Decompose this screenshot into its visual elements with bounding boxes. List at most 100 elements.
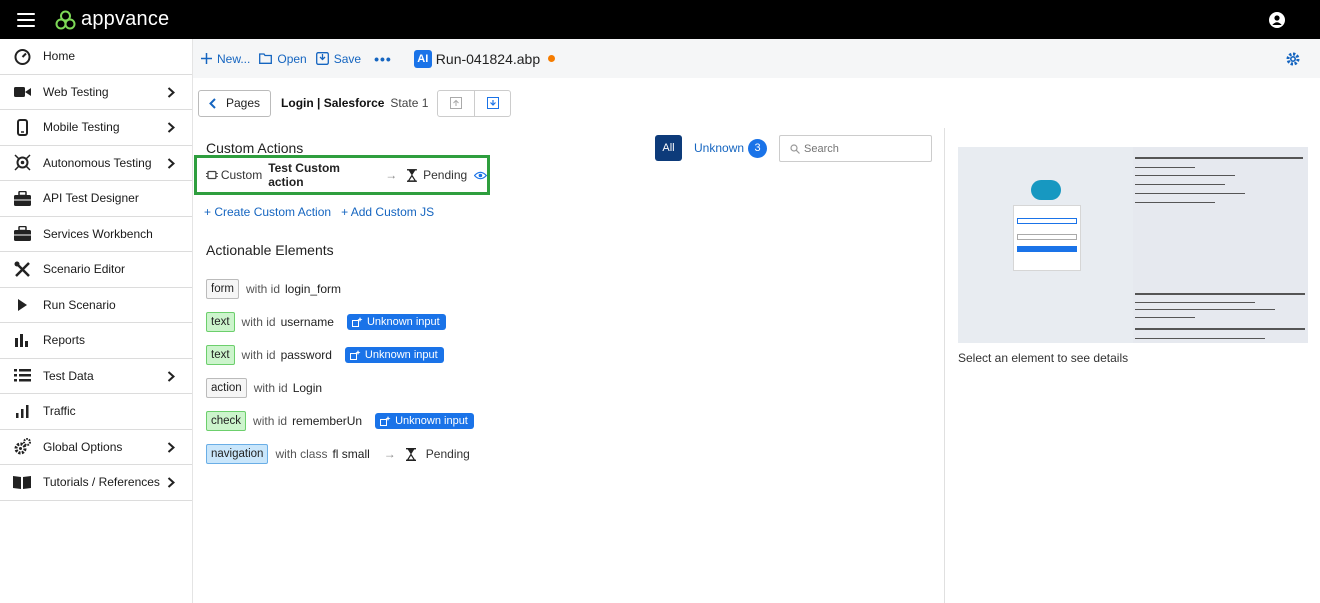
sidebar-item-autonomous-testing[interactable]: Autonomous Testing [0, 146, 192, 181]
sidebar-item-global-options[interactable]: Global Options [0, 430, 192, 465]
sidebar-item-test-data[interactable]: Test Data [0, 359, 192, 394]
open-button-label: Open [277, 51, 307, 66]
custom-action-kind: Custom [220, 168, 263, 182]
chevron-right-icon [167, 370, 175, 382]
sidebar-item-label: Reports [43, 333, 86, 348]
element-row-password[interactable]: text with id password Unknown input [206, 345, 444, 365]
sidebar-item-services-workbench[interactable]: Services Workbench [0, 217, 192, 252]
sidebar-item-mobile-testing[interactable]: Mobile Testing [0, 110, 192, 146]
top-bar: appvance [0, 0, 1320, 39]
sidebar-item-label: Global Options [43, 439, 123, 454]
new-button[interactable]: New... [201, 52, 250, 66]
element-identifier: password [280, 348, 332, 362]
briefcase-icon [13, 225, 31, 243]
element-row-username[interactable]: text with id username Unknown input [206, 312, 446, 332]
element-selector-type: with class [275, 447, 328, 461]
sidebar-item-traffic[interactable]: Traffic [0, 394, 192, 430]
more-options-button[interactable]: ••• [374, 51, 392, 67]
hamburger-menu-icon[interactable] [17, 12, 35, 27]
arrow-right-icon: → [385, 168, 398, 182]
filter-all-button[interactable]: All [655, 135, 682, 161]
unknown-input-label: Unknown input [395, 415, 468, 427]
sidebar-item-scenario-editor[interactable]: Scenario Editor [0, 252, 192, 288]
sidebar-item-run-scenario[interactable]: Run Scenario [0, 288, 192, 323]
search-input[interactable] [804, 142, 924, 155]
sidebar-item-api-test-designer[interactable]: API Test Designer [0, 181, 192, 217]
element-identifier: login_form [285, 282, 342, 296]
add-custom-js-link[interactable]: + Add Custom JS [341, 205, 434, 219]
save-button-label: Save [333, 51, 362, 66]
brand-logo[interactable]: appvance [55, 8, 169, 31]
plus-icon [201, 53, 212, 64]
ai-brain-icon [13, 154, 31, 172]
eye-icon[interactable] [474, 171, 487, 180]
element-status: Pending [425, 447, 470, 461]
pages-button[interactable]: Pages [198, 89, 272, 117]
open-button[interactable]: Open [259, 51, 307, 66]
sidebar-item-tutorials-references[interactable]: Tutorials / References [0, 465, 192, 501]
element-row-remember[interactable]: check with id rememberUn Unknown input [206, 411, 474, 431]
sidebar-item-label: Autonomous Testing [43, 155, 152, 170]
save-icon [315, 52, 329, 65]
upload-button[interactable] [438, 91, 474, 116]
page-screenshot-preview[interactable] [958, 147, 1308, 343]
user-account-icon[interactable] [1269, 12, 1285, 28]
chevron-right-icon [167, 157, 175, 169]
element-tag: action [206, 378, 247, 398]
sidebar: Home Web Testing Mobile Testing Autonomo… [0, 39, 193, 603]
pages-button-label: Pages [226, 96, 261, 110]
page-name: Login | Salesforce [281, 96, 385, 110]
gear-icon[interactable] [1286, 52, 1300, 66]
hourglass-icon [405, 447, 416, 461]
chevron-right-icon [167, 477, 175, 488]
element-tag: form [206, 279, 239, 299]
hourglass-icon [407, 168, 418, 182]
ai-sparkle-icon [351, 317, 363, 327]
element-row-login[interactable]: action with id Login [206, 378, 322, 398]
element-selector-type: with id [246, 282, 281, 296]
unknown-input-badge[interactable]: Unknown input [344, 347, 444, 363]
video-camera-icon [13, 83, 31, 101]
element-row-navigation[interactable]: navigation with class fl small → Pending [206, 444, 470, 464]
custom-action-name: Test Custom action [268, 161, 340, 189]
save-button[interactable]: Save [315, 51, 362, 66]
ai-file-badge: AI [413, 49, 432, 68]
sidebar-item-label: API Test Designer [43, 191, 139, 206]
sidebar-item-home[interactable]: Home [0, 39, 192, 75]
filter-unknown-button[interactable]: Unknown 3 [694, 138, 768, 158]
sidebar-item-reports[interactable]: Reports [0, 323, 192, 359]
upload-icon [450, 97, 463, 109]
custom-action-status: Pending [423, 168, 468, 182]
element-selector-type: with id [241, 315, 276, 329]
file-name: Run-041824.abp [435, 50, 541, 67]
sidebar-item-label: Scenario Editor [43, 262, 126, 277]
folder-icon [259, 53, 273, 64]
custom-action-item[interactable]: Custom Test Custom action → Pending [194, 155, 490, 195]
element-selector-type: with id [253, 414, 288, 428]
download-button[interactable] [474, 90, 510, 116]
bar-chart-icon [13, 331, 31, 349]
element-tag: text [206, 345, 235, 365]
unknown-input-label: Unknown input [366, 316, 440, 328]
element-row-form[interactable]: form with id login_form [206, 279, 341, 299]
element-tag: text [206, 312, 235, 332]
element-tag: navigation [206, 444, 269, 464]
chevron-right-icon [167, 441, 175, 453]
element-identifier: fl small [332, 447, 370, 461]
sidebar-item-web-testing[interactable]: Web Testing [0, 75, 192, 110]
arrow-right-icon: → [383, 447, 396, 461]
sidebar-item-label: Home [43, 49, 76, 64]
element-identifier: Login [292, 381, 323, 395]
filter-unknown-label: Unknown [694, 141, 745, 155]
search-box[interactable] [779, 135, 932, 162]
salesforce-logo-icon [1031, 180, 1061, 200]
page-state: State 1 [390, 96, 429, 110]
unknown-input-badge[interactable]: Unknown input [346, 314, 446, 330]
element-selector-type: with id [241, 348, 276, 362]
sidebar-item-label: Test Data [43, 368, 94, 383]
new-button-label: New... [217, 51, 251, 66]
unknown-input-badge[interactable]: Unknown input [375, 413, 474, 429]
sidebar-item-label: Tutorials / References [43, 475, 160, 490]
create-custom-action-link[interactable]: + Create Custom Action [204, 205, 331, 219]
sidebar-item-label: Traffic [43, 404, 76, 419]
